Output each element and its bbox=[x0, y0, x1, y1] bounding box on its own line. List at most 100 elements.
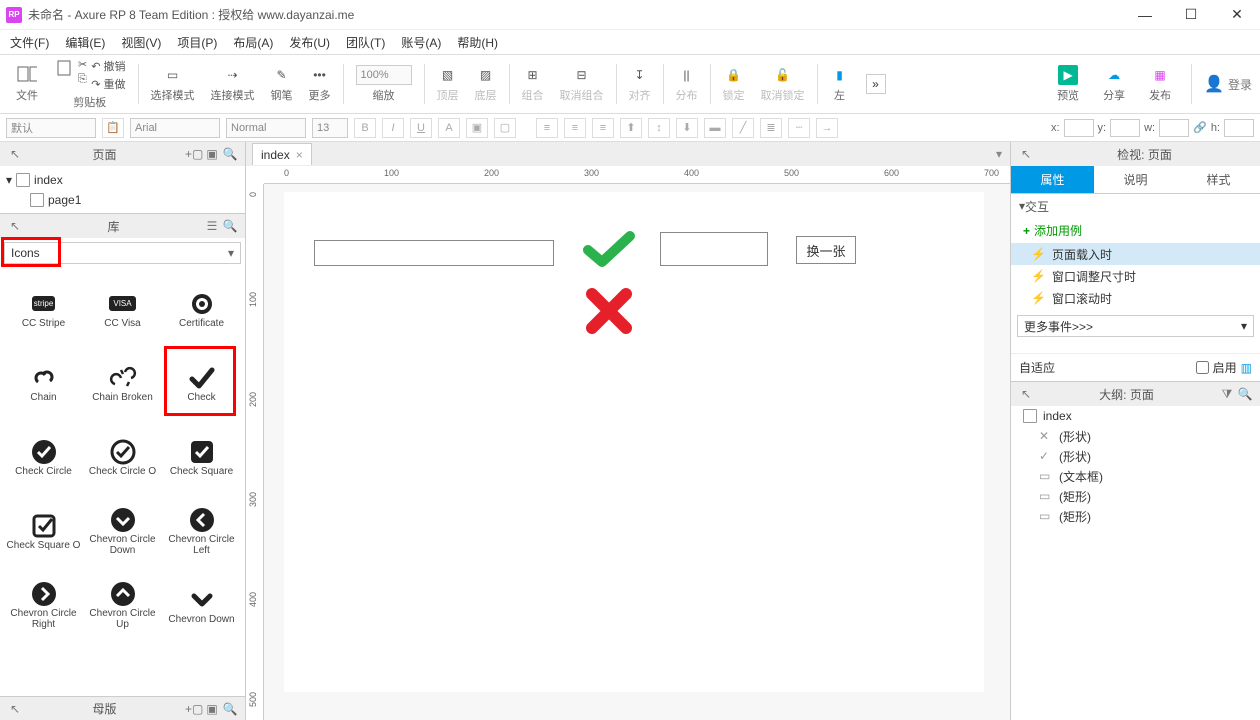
bg-color-icon[interactable]: ▣ bbox=[466, 118, 488, 138]
coord-h-input[interactable] bbox=[1224, 119, 1254, 137]
outline-root[interactable]: index bbox=[1011, 406, 1260, 426]
library-icon-checkco[interactable]: Check Circle O bbox=[83, 420, 162, 494]
library-icon-stripe[interactable]: stripeCC Stripe bbox=[4, 272, 83, 346]
enable-checkbox[interactable] bbox=[1196, 361, 1209, 374]
ls-icon[interactable]: ┄ bbox=[788, 118, 810, 138]
menu-item[interactable]: 帮助(H) bbox=[457, 34, 498, 51]
page-tree-child[interactable]: page1 bbox=[6, 190, 239, 210]
filter-icon[interactable]: ⧩ bbox=[1218, 387, 1236, 402]
tb-share[interactable]: ☁分享 bbox=[1095, 65, 1133, 103]
coord-y-input[interactable] bbox=[1110, 119, 1140, 137]
search-icon[interactable]: 🔍 bbox=[1236, 387, 1254, 401]
underline-icon[interactable]: U bbox=[410, 118, 432, 138]
canvas-cross-shape[interactable] bbox=[586, 288, 632, 334]
canvas-tab[interactable]: index× bbox=[252, 143, 312, 165]
tb-pen[interactable]: ✎钢笔 bbox=[263, 55, 301, 113]
canvas-textfield-2[interactable] bbox=[660, 232, 768, 266]
add-folder-icon[interactable]: ▣ bbox=[203, 147, 221, 161]
coord-w-input[interactable] bbox=[1159, 119, 1189, 137]
outline-item[interactable]: ▭(矩形) bbox=[1011, 486, 1260, 506]
tb-zoom[interactable]: 100%缩放 bbox=[348, 55, 420, 113]
tb-publish[interactable]: ▦发布 bbox=[1141, 65, 1179, 103]
outline-item[interactable]: ✕(形状) bbox=[1011, 426, 1260, 446]
size-select[interactable]: 13 bbox=[312, 118, 348, 138]
tb-back[interactable]: ▨底层 bbox=[467, 55, 505, 113]
library-icon-ccr[interactable]: Chevron Circle Right bbox=[4, 568, 83, 642]
library-icon-chain[interactable]: Chain bbox=[4, 346, 83, 420]
line-icon[interactable]: ╱ bbox=[732, 118, 754, 138]
tab-properties[interactable]: 属性 bbox=[1011, 166, 1094, 193]
tb-front[interactable]: ▧顶层 bbox=[429, 55, 467, 113]
bold-icon[interactable]: B bbox=[354, 118, 376, 138]
menu-item[interactable]: 团队(T) bbox=[346, 34, 385, 51]
fill-icon[interactable]: ▬ bbox=[704, 118, 726, 138]
library-icon-cert[interactable]: Certificate bbox=[162, 272, 241, 346]
style-preset[interactable]: 默认 bbox=[6, 118, 96, 138]
tb-file[interactable]: 文件 bbox=[8, 55, 46, 113]
tb-preview[interactable]: ▶预览 bbox=[1049, 65, 1087, 103]
menu-item[interactable]: 账号(A) bbox=[401, 34, 441, 51]
menu-item[interactable]: 视图(V) bbox=[121, 34, 161, 51]
library-icon-ccd[interactable]: Chevron Circle Down bbox=[83, 494, 162, 568]
event-window-scroll[interactable]: ⚡窗口滚动时 bbox=[1011, 287, 1260, 309]
maximize-button[interactable]: ☐ bbox=[1168, 0, 1214, 30]
arrow-icon[interactable]: → bbox=[816, 118, 838, 138]
align-left-icon[interactable]: ≡ bbox=[536, 118, 558, 138]
menu-item[interactable]: 发布(U) bbox=[289, 34, 330, 51]
valign-mid-icon[interactable]: ↕ bbox=[648, 118, 670, 138]
tb-select-mode[interactable]: ▭选择模式 bbox=[143, 55, 203, 113]
tab-style[interactable]: 样式 bbox=[1177, 166, 1260, 193]
weight-select[interactable]: Normal bbox=[226, 118, 306, 138]
login-button[interactable]: 👤登录 bbox=[1204, 74, 1252, 94]
event-page-load[interactable]: ⚡页面载入时 bbox=[1011, 243, 1260, 265]
tb-ungroup[interactable]: ⊟取消组合 bbox=[552, 55, 612, 113]
align-center-icon[interactable]: ≡ bbox=[564, 118, 586, 138]
tb-clipboard[interactable]: ✂⎘ ↶ 撤销 ↷ 重做 剪贴板 bbox=[46, 55, 134, 113]
interact-section[interactable]: ▾ 交互 bbox=[1011, 194, 1260, 218]
minimize-button[interactable]: — bbox=[1122, 0, 1168, 30]
library-icon-ccu[interactable]: Chevron Circle Up bbox=[83, 568, 162, 642]
search-icon[interactable]: 🔍 bbox=[221, 219, 239, 233]
collapse-icon[interactable]: ↖ bbox=[6, 147, 24, 161]
tb-group[interactable]: ⊞组合 bbox=[514, 55, 552, 113]
adaptive-icon[interactable]: ▥ bbox=[1241, 361, 1252, 375]
border-icon[interactable]: ▢ bbox=[494, 118, 516, 138]
menu-item[interactable]: 文件(F) bbox=[10, 34, 49, 51]
menu-icon[interactable]: ☰ bbox=[203, 219, 221, 233]
menu-item[interactable]: 项目(P) bbox=[177, 34, 217, 51]
close-icon[interactable]: × bbox=[296, 148, 303, 162]
tb-align[interactable]: ↧对齐 bbox=[621, 55, 659, 113]
canvas-check-shape[interactable] bbox=[582, 230, 636, 270]
library-icon-ccl[interactable]: Chevron Circle Left bbox=[162, 494, 241, 568]
add-case-link[interactable]: +添加用例 bbox=[1011, 218, 1260, 243]
menu-item[interactable]: 编辑(E) bbox=[65, 34, 105, 51]
tb-connect-mode[interactable]: ⇢连接模式 bbox=[203, 55, 263, 113]
copy-style-icon[interactable]: 📋 bbox=[102, 118, 124, 138]
page-tree-root[interactable]: ▾ index bbox=[6, 170, 239, 190]
tb-overflow[interactable]: » bbox=[858, 55, 894, 113]
event-window-resize[interactable]: ⚡窗口调整尺寸时 bbox=[1011, 265, 1260, 287]
tb-more[interactable]: •••更多 bbox=[301, 55, 339, 113]
italic-icon[interactable]: I bbox=[382, 118, 404, 138]
tab-notes[interactable]: 说明 bbox=[1094, 166, 1177, 193]
library-icon-checks[interactable]: Check Square bbox=[162, 420, 241, 494]
library-icon-chainb[interactable]: Chain Broken bbox=[83, 346, 162, 420]
font-select[interactable]: Arial bbox=[130, 118, 220, 138]
more-events-select[interactable]: 更多事件>>>▾ bbox=[1017, 315, 1254, 337]
library-icon-checkso[interactable]: Check Square O bbox=[4, 494, 83, 568]
outline-item[interactable]: ▭(矩形) bbox=[1011, 506, 1260, 526]
add-folder-icon[interactable]: ▣ bbox=[203, 702, 221, 716]
canvas-button[interactable]: 换一张 bbox=[796, 236, 856, 264]
library-icon-visa[interactable]: VISACC Visa bbox=[83, 272, 162, 346]
valign-top-icon[interactable]: ⬆ bbox=[620, 118, 642, 138]
search-icon[interactable]: 🔍 bbox=[221, 702, 239, 716]
align-right-icon[interactable]: ≡ bbox=[592, 118, 614, 138]
menu-item[interactable]: 布局(A) bbox=[233, 34, 273, 51]
coord-x-input[interactable] bbox=[1064, 119, 1094, 137]
add-master-icon[interactable]: +▢ bbox=[185, 702, 203, 716]
add-page-icon[interactable]: +▢ bbox=[185, 147, 203, 161]
tb-lock[interactable]: 🔒锁定 bbox=[715, 55, 753, 113]
library-icon-checkc[interactable]: Check Circle bbox=[4, 420, 83, 494]
tb-distribute[interactable]: ||分布 bbox=[668, 55, 706, 113]
valign-bot-icon[interactable]: ⬇ bbox=[676, 118, 698, 138]
